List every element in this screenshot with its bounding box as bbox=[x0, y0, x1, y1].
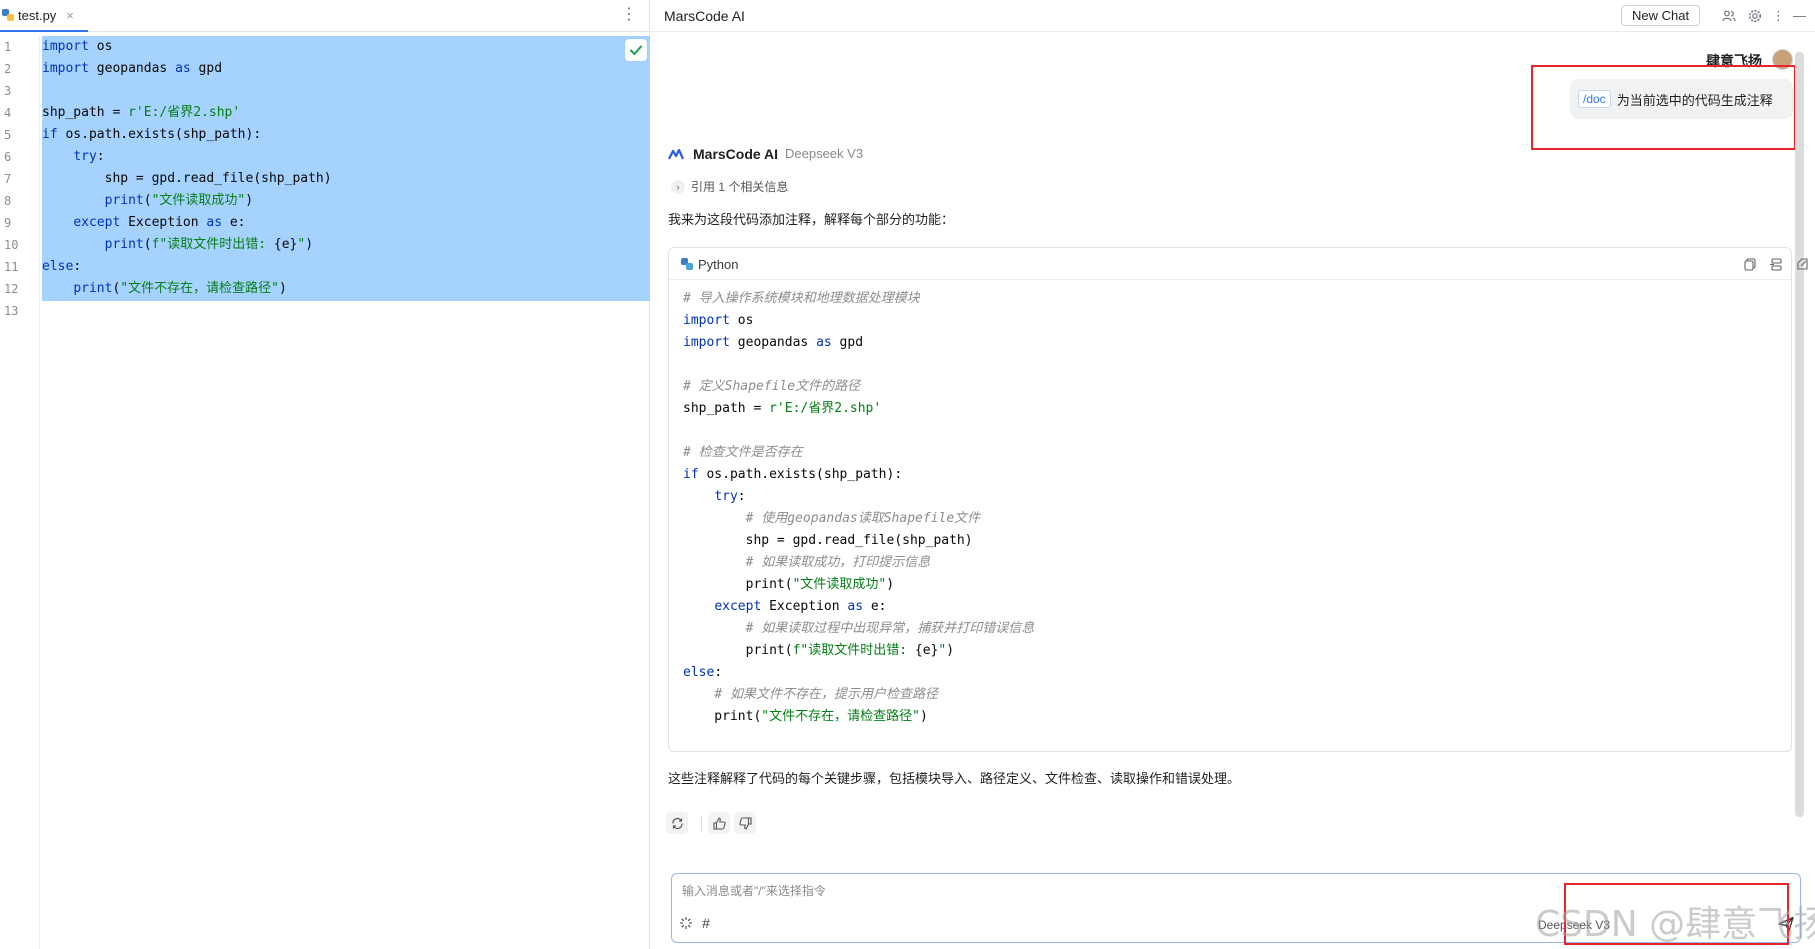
code-line: except Exception as e: bbox=[73, 215, 246, 230]
code-line: if os.path.exists(shp_path): bbox=[42, 127, 262, 142]
code-line: else: bbox=[683, 665, 723, 680]
code-line: except Exception as e: bbox=[714, 599, 887, 614]
ai-chat-panel: MarsCode AI New Chat ⋮ — 肆意飞扬 /doc 为当前选中… bbox=[651, 0, 1815, 949]
chat-header: MarsCode AI New Chat ⋮ — bbox=[651, 0, 1815, 32]
line-number: 11 bbox=[4, 260, 19, 274]
line-number: 12 bbox=[4, 282, 19, 296]
code-line: import os bbox=[42, 39, 113, 54]
code-line: shp = gpd.read_file(shp_path) bbox=[42, 171, 332, 186]
more-options-icon[interactable]: ⋮ bbox=[621, 7, 637, 23]
line-number: 4 bbox=[4, 106, 12, 120]
line-number: 9 bbox=[4, 216, 12, 230]
code-line: # 如果文件不存在，提示用户检查路径 bbox=[714, 687, 938, 702]
editor-tab-bar: test.py × ⋮ bbox=[0, 0, 649, 32]
code-line: # 如果读取过程中出现异常，捕获并打印错误信息 bbox=[745, 621, 1035, 636]
line-number: 6 bbox=[4, 150, 12, 164]
line-number-gutter: 1 2 3 4 5 6 7 8 9 10 11 12 13 bbox=[0, 36, 40, 949]
gear-icon[interactable] bbox=[1746, 7, 1763, 24]
minimize-icon[interactable]: — bbox=[1791, 7, 1808, 24]
code-area[interactable]: import os import geopandas as gpd shp_pat… bbox=[42, 36, 642, 322]
hashtag-icon[interactable]: # bbox=[698, 915, 714, 931]
highlight-box-model-send bbox=[1564, 883, 1789, 945]
code-block-card: Python # 导入操作系统模块和地理数据处理模块 import os impor… bbox=[668, 247, 1808, 752]
assistant-intro-text: 我来为这段代码添加注释，解释每个部分的功能： bbox=[668, 212, 955, 227]
line-number: 1 bbox=[4, 40, 12, 54]
chat-message-input[interactable] bbox=[682, 882, 1482, 900]
code-line: # 导入操作系统模块和地理数据处理模块 bbox=[683, 291, 920, 306]
new-chat-button[interactable]: New Chat bbox=[1621, 5, 1701, 26]
highlight-box-user-command bbox=[1531, 65, 1796, 150]
regenerate-icon[interactable] bbox=[666, 812, 688, 834]
reference-label: 引用 1 个相关信息 bbox=[691, 180, 789, 194]
code-line: print(f"读取文件时出错: {e}") bbox=[104, 237, 314, 252]
magic-wand-icon[interactable] bbox=[678, 915, 694, 931]
thumbs-down-icon[interactable] bbox=[734, 812, 756, 834]
reference-toggle[interactable]: › 引用 1 个相关信息 bbox=[671, 178, 788, 195]
file-tab-test-py[interactable]: test.py × bbox=[0, 0, 88, 32]
code-line: print(f"读取文件时出错: {e}") bbox=[683, 643, 955, 658]
line-number: 8 bbox=[4, 194, 12, 208]
code-line: print("文件读取成功") bbox=[683, 577, 895, 592]
code-line: if os.path.exists(shp_path): bbox=[683, 467, 903, 482]
line-number: 2 bbox=[4, 62, 12, 76]
code-editor-pane: test.py × ⋮ 1 2 3 4 5 6 7 8 9 10 11 12 13 import os i… bbox=[0, 0, 650, 949]
line-number: 10 bbox=[4, 238, 19, 252]
code-block-header: Python bbox=[669, 248, 1808, 280]
python-file-icon bbox=[2, 9, 14, 21]
code-line: print("文件不存在，请检查路径") bbox=[683, 709, 928, 724]
code-line: import geopandas as gpd bbox=[683, 335, 864, 350]
code-line: else: bbox=[42, 259, 82, 274]
line-number: 7 bbox=[4, 172, 12, 186]
python-language-icon bbox=[681, 258, 693, 270]
code-block-body[interactable]: # 导入操作系统模块和地理数据处理模块 import os import geopa… bbox=[683, 288, 1034, 728]
file-tab-label: test.py bbox=[18, 7, 57, 23]
code-line: shp_path = r'E:/省界2.shp' bbox=[42, 105, 241, 120]
copy-icon[interactable] bbox=[1742, 256, 1758, 272]
insert-code-icon[interactable] bbox=[1768, 256, 1784, 272]
apply-code-icon[interactable] bbox=[1794, 256, 1810, 272]
code-line: # 定义Shapefile文件的路径 bbox=[683, 379, 861, 394]
more-icon[interactable]: ⋮ bbox=[1770, 7, 1787, 24]
code-line: print("文件读取成功") bbox=[104, 193, 254, 208]
line-number: 13 bbox=[4, 304, 19, 318]
code-line: try: bbox=[714, 489, 746, 504]
assistant-name: MarsCode AI bbox=[693, 146, 779, 162]
line-number: 3 bbox=[4, 84, 12, 98]
panel-title: MarsCode AI bbox=[664, 8, 745, 24]
code-line: shp_path = r'E:/省界2.shp' bbox=[683, 401, 882, 416]
people-icon[interactable] bbox=[1720, 7, 1737, 24]
code-line: shp = gpd.read_file(shp_path) bbox=[683, 533, 973, 548]
code-line: try: bbox=[73, 149, 105, 164]
assistant-model: Deepseek V3 bbox=[785, 146, 864, 161]
chat-scrollbar[interactable] bbox=[1795, 52, 1804, 817]
code-line: import os bbox=[683, 313, 754, 328]
code-line: # 检查文件是否存在 bbox=[683, 445, 803, 460]
close-tab-icon[interactable]: × bbox=[66, 8, 74, 23]
code-line: print("文件不存在，请检查路径") bbox=[73, 281, 287, 296]
assistant-summary-text: 这些注释解释了代码的每个关键步骤，包括模块导入、路径定义、文件检查、读取操作和错… bbox=[668, 771, 1241, 786]
code-line: # 使用geopandas读取Shapefile文件 bbox=[745, 511, 981, 526]
code-line: # 如果读取成功，打印提示信息 bbox=[745, 555, 931, 570]
code-language-label: Python bbox=[698, 257, 739, 272]
chevron-right-icon: › bbox=[671, 179, 685, 194]
marscode-logo-icon bbox=[668, 146, 684, 162]
action-separator bbox=[701, 815, 702, 831]
code-line: import geopandas as gpd bbox=[42, 61, 223, 76]
no-problems-check-icon[interactable] bbox=[625, 39, 647, 61]
thumbs-up-icon[interactable] bbox=[708, 812, 730, 834]
line-number: 5 bbox=[4, 128, 12, 142]
